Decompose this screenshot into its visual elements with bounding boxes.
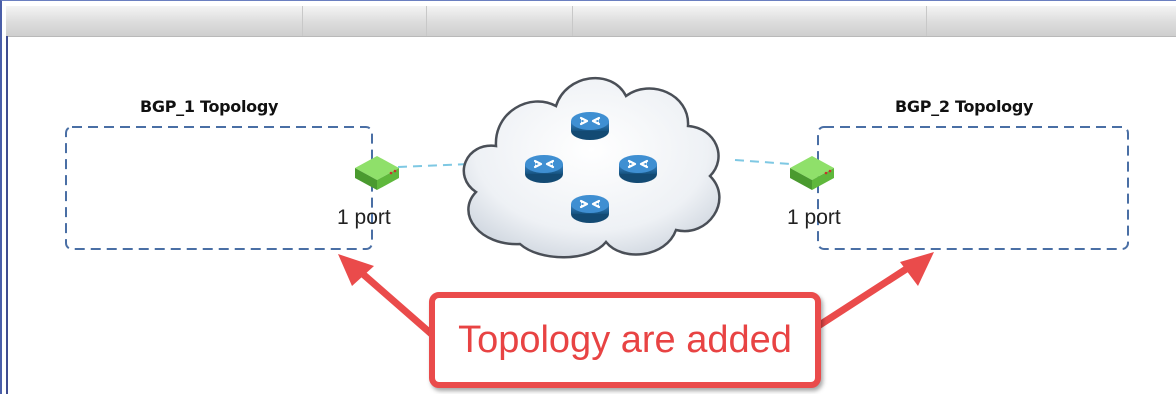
topology-title-bgp1: BGP_1 Topology	[140, 97, 279, 116]
link-left	[397, 163, 471, 168]
topology-title-bgp2: BGP_2 Topology	[895, 97, 1034, 116]
port-device-icon-bgp2[interactable]	[790, 156, 834, 190]
router-icon[interactable]	[569, 193, 611, 225]
port-count-label-bgp2: 1 port	[787, 206, 841, 229]
router-icon[interactable]	[523, 153, 565, 185]
arrow-right	[811, 252, 934, 332]
annotation-text: Topology are added	[458, 318, 792, 361]
router-icon[interactable]	[569, 110, 611, 142]
router-icon[interactable]	[617, 153, 659, 185]
arrow-left	[338, 254, 440, 342]
port-device-icon-bgp1[interactable]	[355, 156, 399, 190]
cloud-network-icon[interactable]	[462, 76, 721, 259]
topology-box-bgp2[interactable]	[817, 126, 1129, 250]
link-right	[734, 159, 791, 165]
annotation-callout: Topology are added	[429, 292, 821, 388]
port-count-label-bgp1: 1 port	[337, 206, 391, 229]
topology-box-bgp1[interactable]	[65, 126, 373, 250]
